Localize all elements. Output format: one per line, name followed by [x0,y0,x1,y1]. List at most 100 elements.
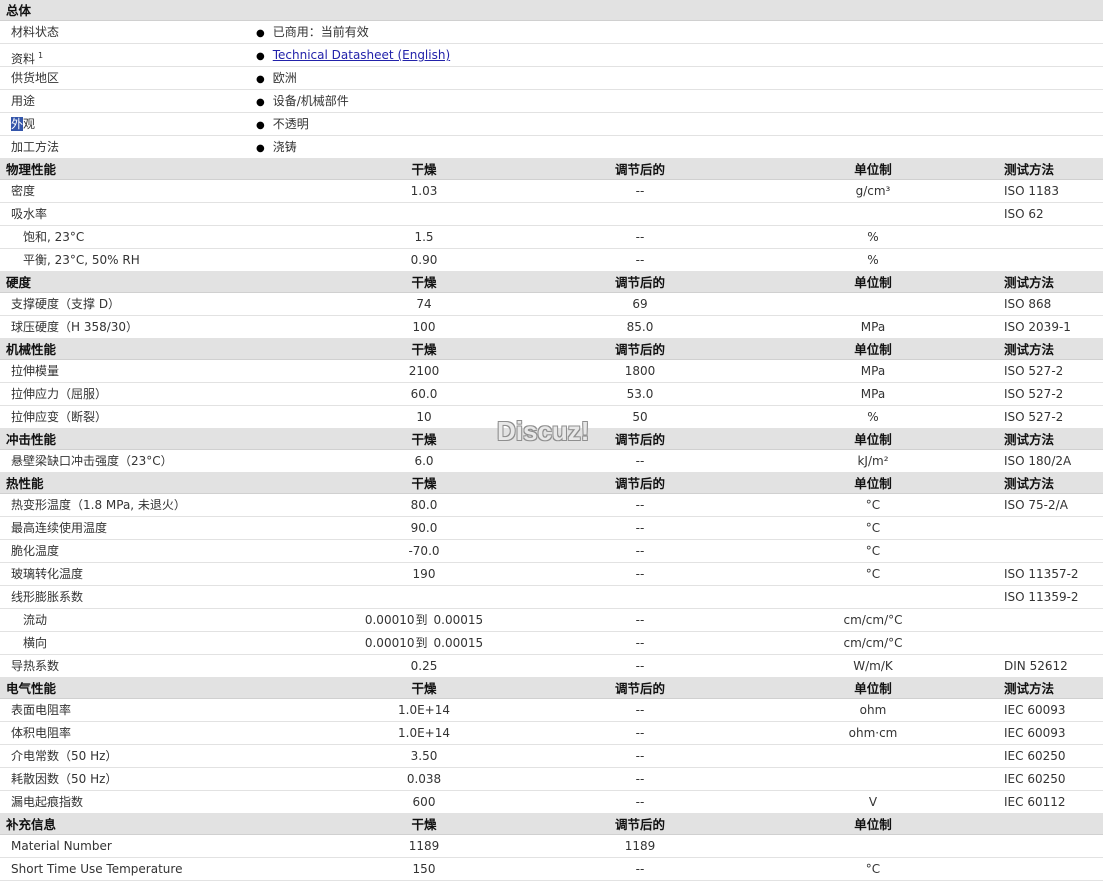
column-header-test-method: 测试方法 [1004,432,1055,447]
value-dry: 2100 [408,364,440,378]
general-value-text: 不透明 [272,117,309,131]
column-header-test-method: 测试方法 [1004,342,1055,357]
property-row: Short Time Use Temperature 150 -- °C [0,858,1103,881]
property-label: 耗散因数（50 Hz） [11,772,118,786]
section-title: 电气性能 [6,681,57,696]
general-value: ● 已商用：当前有效 [256,21,369,43]
selected-text[interactable]: 外 [11,117,24,131]
property-row: 横向 0.00010到 0.00015 -- cm/cm/°C [0,632,1103,655]
property-row: 最高连续使用温度 90.0 -- °C [0,517,1103,540]
value-conditioned: -- [635,498,645,512]
column-header-conditioned: 调节后的 [614,275,665,290]
value-dry: 1.5 [414,230,434,244]
value-dry: 1189 [408,839,440,853]
test-method: ISO 527-2 [1004,410,1064,424]
section-title: 硬度 [6,275,32,290]
unit: W/m/K [853,659,893,673]
column-header-unit: 单位制 [854,275,892,290]
value-conditioned: -- [635,636,645,650]
property-label: 导热系数 [11,659,60,673]
column-header-test-method: 测试方法 [1004,162,1055,177]
general-row: 用途 ● 设备/机械部件 [0,90,1103,113]
value-dry [300,586,548,608]
property-row: 流动 0.00010到 0.00015 -- cm/cm/°C [0,609,1103,632]
property-row: 耗散因数（50 Hz） 0.038 -- IEC 60250 [0,768,1103,791]
value-dry: 100 [412,320,436,334]
value-dry: 0.25 [410,659,438,673]
unit: ohm [859,703,887,717]
unit: % [867,410,879,424]
value-dry: 600 [412,795,436,809]
property-label: 支撑硬度（支撑 D） [11,297,121,311]
test-method: ISO 11357-2 [1004,567,1079,581]
test-method: ISO 180/2A [1004,454,1072,468]
general-row: 加工方法 ● 浇铸 [0,136,1103,159]
datasheet-link[interactable]: Technical Datasheet (English) [273,48,450,62]
section-header: 机械性能 干燥 调节后的 单位制 测试方法 [0,339,1103,360]
value-conditioned: -- [635,544,645,558]
value-dry: 0.00010到 0.00015 [300,609,548,631]
column-header-conditioned: 调节后的 [614,162,665,177]
column-header-dry: 干燥 [411,162,437,177]
test-method: ISO 527-2 [1004,387,1064,401]
value-dry: 1.0E+14 [398,726,450,740]
general-value: ● 浇铸 [256,136,297,158]
property-label: 横向 [23,636,48,650]
property-label: 漏电起痕指数 [11,795,84,809]
section-title: 热性能 [6,476,44,491]
value-conditioned: -- [635,253,645,267]
value-dry: 1.0E+14 [398,703,450,717]
value-conditioned: -- [635,230,645,244]
general-row: 资料 1 ● Technical Datasheet (English) [0,44,1103,67]
range-low: 0.00010 [364,613,415,627]
property-label: 拉伸应变（断裂） [11,410,108,424]
general-value-text: 已商用：当前有效 [272,25,369,39]
footnote-marker: 1 [38,51,44,60]
general-label-text: 用途 [11,94,36,108]
value-conditioned: 1800 [624,364,656,378]
range-to: 到 [415,613,428,627]
property-label: 密度 [11,184,36,198]
unit: % [867,230,879,244]
column-header-dry: 干燥 [411,817,437,832]
test-method: ISO 2039-1 [1004,320,1071,334]
section-header: 热性能 干燥 调节后的 单位制 测试方法 [0,473,1103,494]
column-header-conditioned: 调节后的 [614,681,665,696]
range-to: 到 [415,636,428,650]
property-row: 吸水率 ISO 62 [0,203,1103,226]
property-row: 热变形温度（1.8 MPa, 未退火） 80.0 -- °C ISO 75-2/A [0,494,1103,517]
property-row: 玻璃转化温度 190 -- °C ISO 11357-2 [0,563,1103,586]
property-label: 玻璃转化温度 [11,567,84,581]
value-dry: 80.0 [410,498,438,512]
property-label: 拉伸应力（屈服） [11,387,108,401]
unit [748,586,998,608]
range-high: 0.00015 [433,613,484,627]
column-header-conditioned: 调节后的 [614,476,665,491]
general-label-text: 观 [23,117,36,131]
value-conditioned: -- [635,613,645,627]
unit: ohm·cm [848,726,898,740]
value-dry: 60.0 [410,387,438,401]
value-dry: -70.0 [408,544,440,558]
unit: °C [865,862,881,876]
column-header-unit: 单位制 [854,476,892,491]
unit: cm/cm/°C [843,636,903,650]
property-label: 饱和, 23°C [23,230,85,244]
value-conditioned: 85.0 [626,320,654,334]
property-row: 球压硬度（H 358/30） 100 85.0 MPa ISO 2039-1 [0,316,1103,339]
unit: cm/cm/°C [843,613,903,627]
unit: °C [865,521,881,535]
value-dry: 0.038 [406,772,442,786]
value-conditioned: -- [635,795,645,809]
property-label: 拉伸模量 [11,364,60,378]
property-row: 脆化温度 -70.0 -- °C [0,540,1103,563]
unit: V [868,795,878,809]
value-dry: 0.90 [410,253,438,267]
range-high: 0.00015 [433,636,484,650]
column-header-test-method: 测试方法 [1004,681,1055,696]
value-dry: 6.0 [414,454,434,468]
test-method: IEC 60112 [1004,795,1066,809]
value-conditioned: 69 [632,297,648,311]
general-value: ● 欧洲 [256,67,297,89]
property-row: Material Number 1189 1189 [0,835,1103,858]
